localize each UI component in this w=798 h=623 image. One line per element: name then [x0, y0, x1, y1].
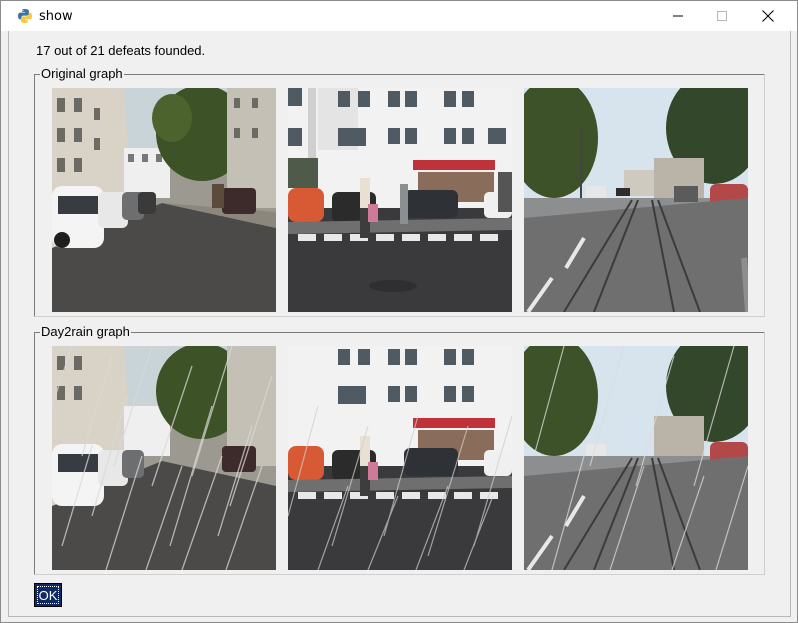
original-image-street — [52, 88, 276, 312]
ok-button[interactable]: OK — [34, 583, 62, 607]
close-button[interactable] — [745, 1, 791, 31]
maximize-button[interactable] — [699, 1, 745, 31]
rain-image-crosswalk — [288, 346, 512, 570]
original-graph-group: Original graph — [34, 66, 765, 317]
minimize-button[interactable] — [655, 1, 701, 31]
day2rain-graph-label: Day2rain graph — [40, 324, 131, 339]
rain-image-tram-tracks — [524, 346, 748, 570]
original-graph-label: Original graph — [40, 66, 124, 81]
maximize-icon — [717, 11, 727, 21]
original-image-crosswalk — [288, 88, 512, 312]
close-icon — [762, 10, 774, 22]
python-icon — [18, 9, 32, 23]
day2rain-graph-group: Day2rain graph — [34, 324, 765, 575]
original-image-tram-tracks — [524, 88, 748, 312]
status-text: 17 out of 21 defeats founded. — [36, 43, 206, 58]
app-window: show 17 out of 21 defeats founded. Origi… — [0, 0, 798, 623]
title-bar[interactable]: show — [1, 1, 797, 31]
minimize-icon — [673, 15, 683, 17]
window-title: show — [39, 9, 73, 24]
rain-image-street — [52, 346, 276, 570]
